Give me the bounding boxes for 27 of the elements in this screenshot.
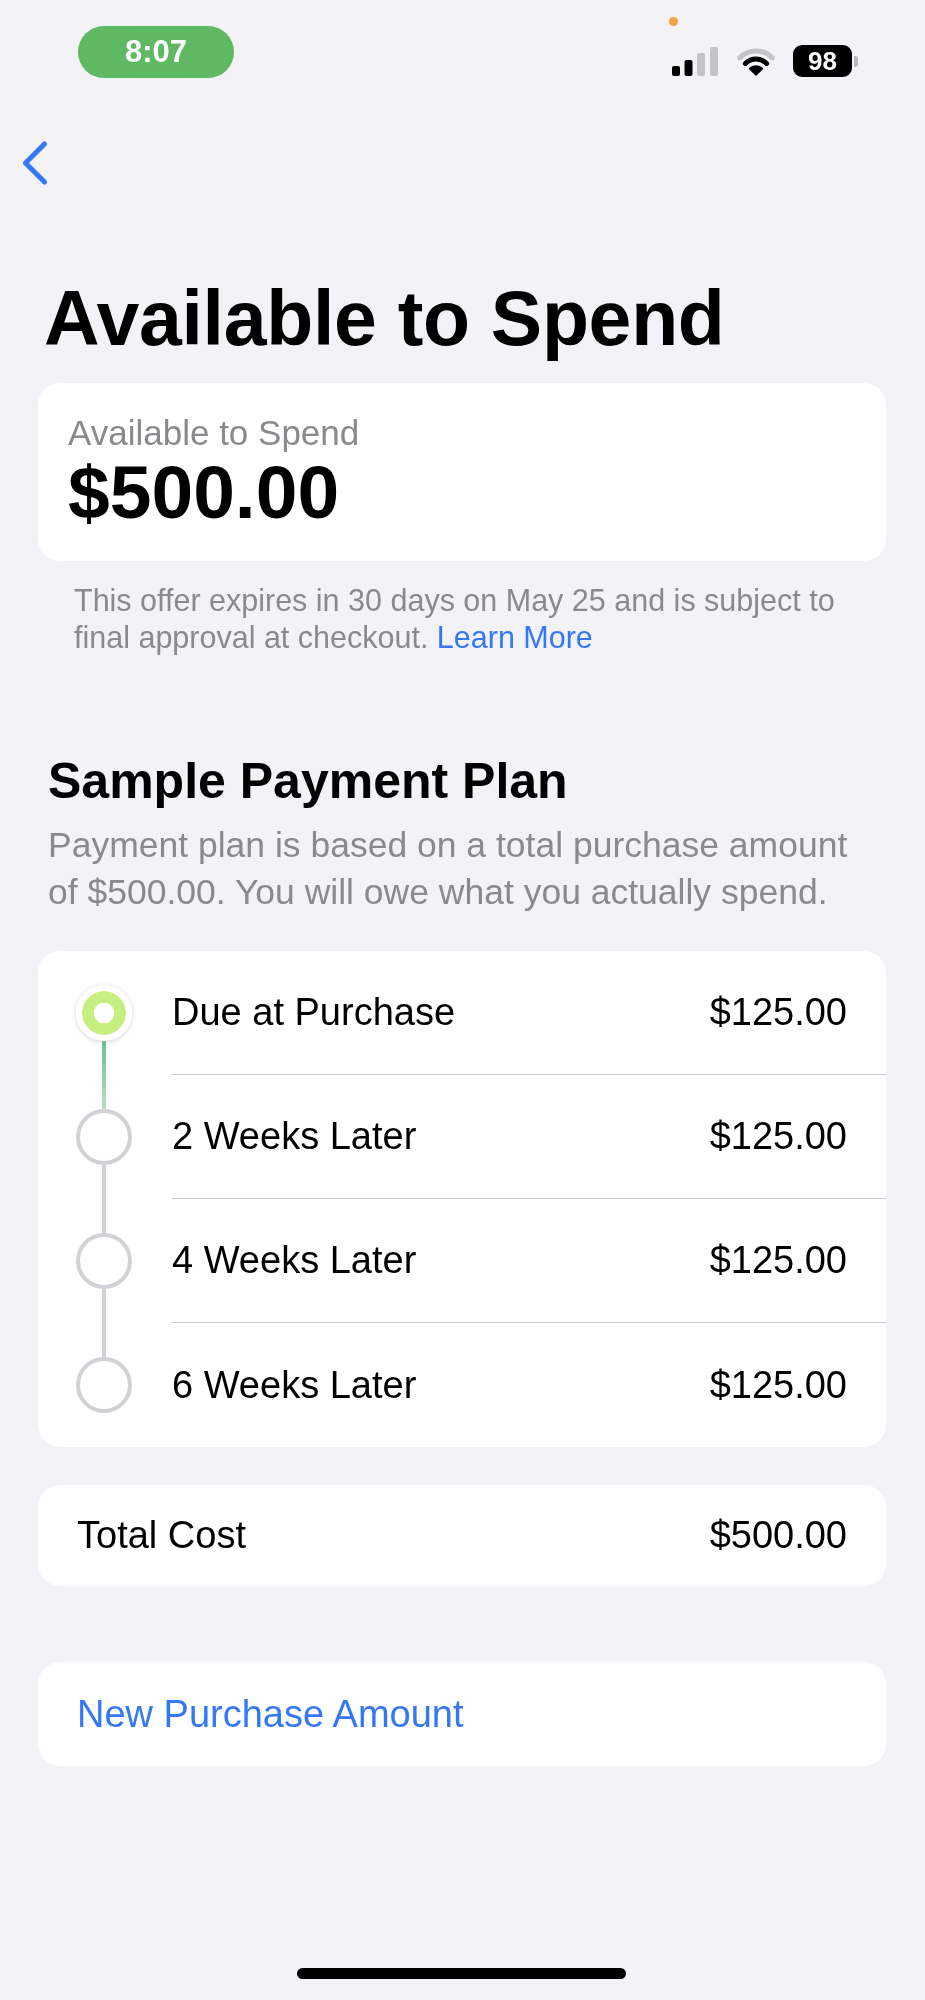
payment-label: 2 Weeks Later [172, 1115, 417, 1158]
new-purchase-amount-button[interactable]: New Purchase Amount [38, 1662, 886, 1766]
chevron-left-icon [22, 141, 48, 185]
payment-label: Due at Purchase [172, 991, 456, 1034]
payment-amount: $125.00 [709, 1115, 847, 1158]
payment-label: 4 Weeks Later [172, 1239, 417, 1282]
total-amount: $500.00 [709, 1514, 847, 1557]
balance-label: Available to Spend [68, 412, 361, 454]
payment-amount: $125.00 [709, 1363, 847, 1407]
signal-icon [672, 46, 718, 76]
balance-amount: $500.00 [68, 456, 340, 528]
back-button[interactable] [22, 141, 48, 185]
time-pill[interactable]: 8:07 [78, 26, 234, 78]
plan-description: Payment plan is based on a total purchase amount of $500.00. You will owe what you actually spend. [48, 824, 849, 914]
timeline-connector [102, 1165, 106, 1233]
battery-indicator: 98 [793, 45, 858, 77]
timeline-connector [102, 1289, 106, 1357]
offer-note: This offer expires in 30 days on May 25 and is subject to final approval at checkout. Learn More [73, 582, 836, 656]
total-label: Total Cost [77, 1514, 246, 1557]
wifi-icon [736, 46, 776, 76]
indicator-dot-icon [669, 17, 678, 26]
section-heading: Sample Payment Plan [48, 753, 569, 809]
timeline-connector [102, 1041, 106, 1109]
payment-amount: $125.00 [709, 1239, 847, 1282]
payment-label: 6 Weeks Later [172, 1363, 417, 1407]
payment-amount: $125.00 [709, 991, 847, 1034]
learn-more-link[interactable]: Learn More [436, 620, 593, 654]
